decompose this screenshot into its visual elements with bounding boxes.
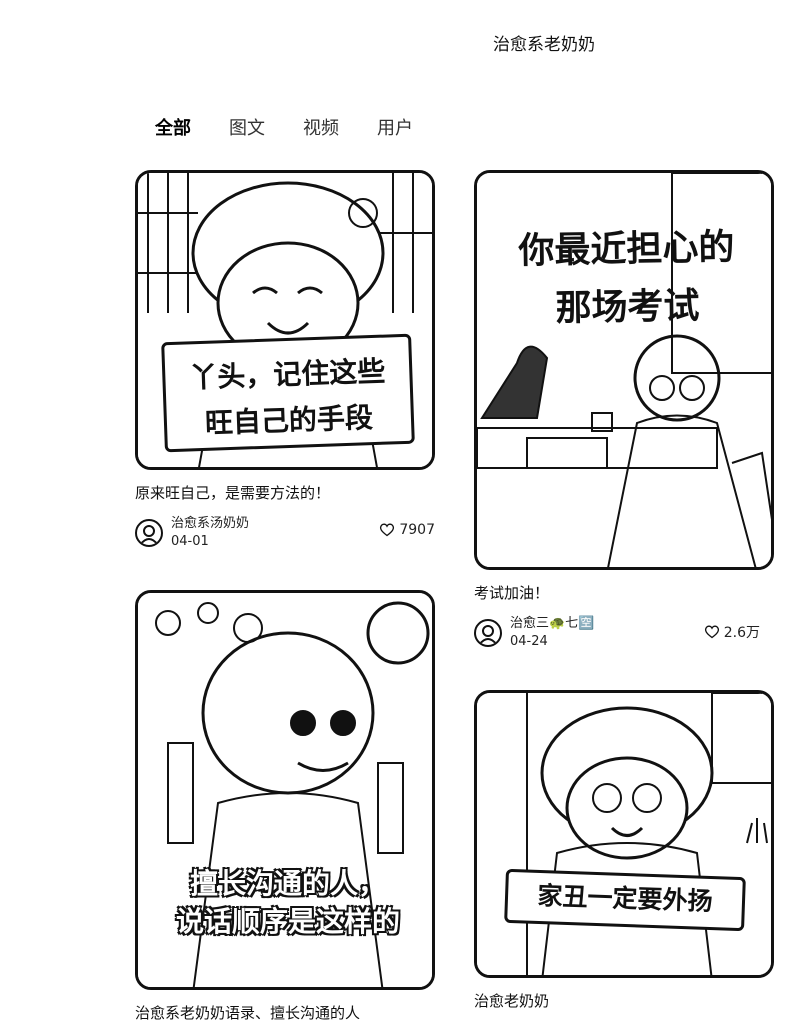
author-name[interactable]: 治愈三🐢七🈳 <box>510 615 594 633</box>
search-query-title: 治愈系老奶奶 <box>493 35 595 55</box>
heart-outline-icon <box>704 625 719 639</box>
tab-image-text[interactable]: 图文 <box>229 114 265 140</box>
grandma-illustration <box>477 693 771 975</box>
post-title[interactable]: 考试加油！ <box>474 584 774 604</box>
author-avatar[interactable] <box>474 618 502 647</box>
post-cover-image[interactable]: 丫头，记住这些 旺自己的手段 <box>135 170 435 470</box>
heart-outline-icon <box>380 523 395 537</box>
cover-sign: 家丑一定要外扬 <box>504 868 746 932</box>
post-title[interactable]: 治愈老奶奶 <box>474 992 774 1012</box>
like-button[interactable]: 7907 <box>379 522 435 538</box>
cover-sign: 丫头，记住这些 旺自己的手段 <box>161 333 415 453</box>
post-date: 04-01 <box>171 533 209 549</box>
post-cover-image[interactable]: 擅长沟通的人， 说话顺序是这样的 <box>135 590 435 990</box>
tab-video[interactable]: 视频 <box>303 114 339 140</box>
post-title[interactable]: 治愈系老奶奶语录、擅长沟通的人 <box>135 1004 435 1024</box>
filter-tabs: 全部 图文 视频 用户 <box>155 114 413 140</box>
author-name[interactable]: 治愈系汤奶奶 <box>171 515 249 533</box>
tab-all[interactable]: 全部 <box>155 114 191 140</box>
tab-users[interactable]: 用户 <box>377 114 413 140</box>
post-card[interactable]: 家丑一定要外扬 治愈老奶奶 <box>474 690 774 1012</box>
cover-headline: 你最近担心的 那场考试 <box>518 227 735 330</box>
post-cover-image[interactable]: 家丑一定要外扬 <box>474 690 774 978</box>
like-count: 2.6万 <box>723 624 760 641</box>
post-meta: 治愈三🐢七🈳 04-24 2.6万 <box>474 616 774 650</box>
post-meta: 治愈系汤奶奶 04-01 7907 <box>135 516 435 550</box>
author-avatar[interactable] <box>135 518 163 547</box>
post-cover-image[interactable]: 你最近担心的 那场考试 <box>474 170 774 570</box>
post-card[interactable]: 你最近担心的 那场考试 考试加油！ 治愈三🐢七🈳 04-24 2.6万 <box>474 170 774 650</box>
post-date: 04-24 <box>510 633 548 649</box>
like-button[interactable]: 2.6万 <box>704 622 760 642</box>
like-count: 7907 <box>399 521 435 538</box>
post-card[interactable]: 丫头，记住这些 旺自己的手段 原来旺自己，是需要方法的！ 治愈系汤奶奶 04-0… <box>135 170 435 550</box>
post-title[interactable]: 原来旺自己，是需要方法的！ <box>135 484 435 504</box>
cover-headline: 擅长沟通的人， 说话顺序是这样的 <box>175 866 401 939</box>
post-card[interactable]: 擅长沟通的人， 说话顺序是这样的 治愈系老奶奶语录、擅长沟通的人 <box>135 590 435 1024</box>
